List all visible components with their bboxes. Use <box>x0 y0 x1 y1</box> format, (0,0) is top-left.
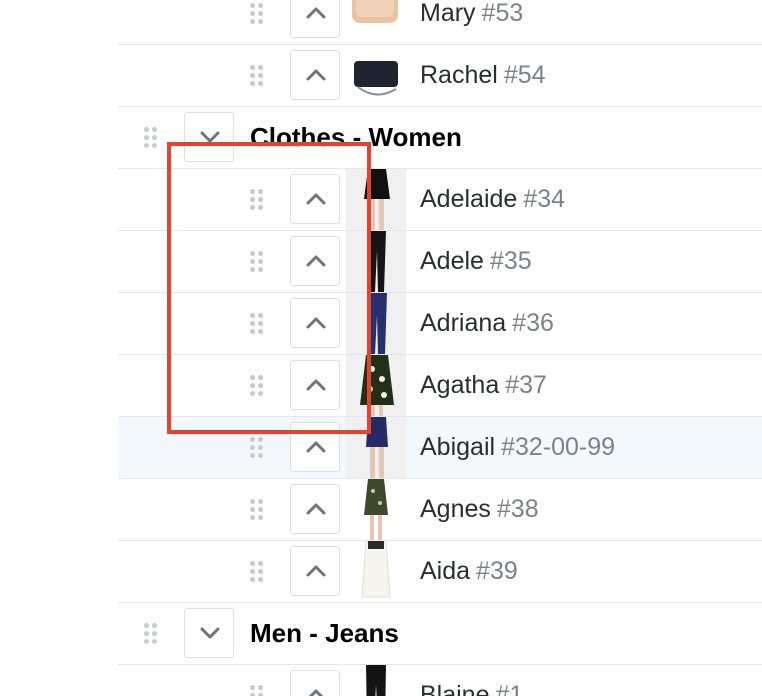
drag-handle-icon[interactable] <box>250 313 264 335</box>
product-row[interactable]: Adelaide #34 <box>118 169 762 231</box>
product-number: #35 <box>489 247 532 275</box>
product-name: Abigail <box>420 433 496 461</box>
product-tree-list: Mary #53 Rachel #54 Clothes - Women Adelaide #… <box>0 0 762 696</box>
drag-handle-icon[interactable] <box>144 127 158 149</box>
chevron-up-icon <box>308 689 324 696</box>
product-label: Aida #39 <box>420 541 518 602</box>
product-thumbnail <box>346 0 406 44</box>
product-number: #37 <box>505 371 547 399</box>
chevron-up-icon <box>306 255 326 267</box>
category-title: Men - Jeans <box>250 618 399 648</box>
product-number: #53 <box>481 0 524 27</box>
product-number: #54 <box>503 61 546 89</box>
category-row[interactable]: Men - Jeans <box>118 603 762 665</box>
product-thumbnail <box>346 45 406 106</box>
product-name: Blaine <box>420 681 490 696</box>
product-row[interactable]: Rachel #54 <box>118 45 762 107</box>
expand-toggle-button[interactable] <box>184 112 234 162</box>
product-label: Agatha #37 <box>420 355 547 416</box>
product-number: #1 <box>495 681 524 696</box>
collapse-toggle-button[interactable] <box>290 422 340 472</box>
product-thumbnail <box>346 665 406 696</box>
product-number: #38 <box>496 495 539 523</box>
product-name: Rachel <box>420 61 498 89</box>
chevron-up-icon <box>306 7 326 19</box>
collapse-toggle-button[interactable] <box>290 360 340 410</box>
collapse-toggle-button[interactable] <box>290 546 340 596</box>
product-row[interactable]: Blaine #1 <box>118 665 762 696</box>
product-row[interactable]: Mary #53 <box>118 0 762 45</box>
drag-handle-icon[interactable] <box>250 251 264 273</box>
product-name: Aida <box>420 557 471 585</box>
product-thumbnail <box>346 169 406 230</box>
chevron-up-icon <box>306 441 326 453</box>
chevron-up-icon <box>306 565 326 577</box>
product-thumbnail <box>346 355 406 416</box>
product-label: Blaine #1 <box>420 665 523 696</box>
product-thumbnail <box>346 231 406 292</box>
category-title: Clothes - Women <box>250 122 462 152</box>
product-thumbnail <box>346 417 406 478</box>
chevron-up-icon <box>306 503 326 515</box>
product-row[interactable]: Aida #39 <box>118 541 762 603</box>
product-number: #36 <box>512 309 554 337</box>
chevron-up-icon <box>306 193 326 205</box>
drag-handle-icon[interactable] <box>144 623 158 645</box>
product-name: Adele <box>420 247 484 275</box>
drag-handle-icon[interactable] <box>250 3 264 25</box>
drag-handle-icon[interactable] <box>250 437 264 459</box>
collapse-toggle-button[interactable] <box>290 0 340 38</box>
collapse-toggle-button[interactable] <box>290 50 340 100</box>
drag-handle-icon[interactable] <box>250 499 264 521</box>
product-label: Adriana #36 <box>420 293 554 354</box>
product-row[interactable]: Agnes #38 <box>118 479 762 541</box>
collapse-toggle-button[interactable] <box>290 174 340 224</box>
product-name: Adriana <box>420 309 507 337</box>
product-number: #32-00-99 <box>501 433 616 461</box>
product-thumbnail <box>346 293 406 354</box>
chevron-down-icon <box>200 627 220 639</box>
drag-handle-icon[interactable] <box>250 561 264 583</box>
product-row[interactable]: Adriana #36 <box>118 293 762 355</box>
drag-handle-icon[interactable] <box>250 65 264 87</box>
product-label: Mary #53 <box>420 0 523 44</box>
product-label: Adele #35 <box>420 231 532 292</box>
collapse-toggle-button[interactable] <box>290 236 340 286</box>
drag-handle-icon[interactable] <box>250 685 264 696</box>
product-name: Agatha <box>420 371 500 399</box>
product-row[interactable]: Abigail #32-00-99 <box>118 417 762 479</box>
category-row[interactable]: Clothes - Women <box>118 107 762 169</box>
product-number: #34 <box>523 185 566 213</box>
collapse-toggle-button[interactable] <box>290 484 340 534</box>
drag-handle-icon[interactable] <box>250 375 264 397</box>
product-row[interactable]: Adele #35 <box>118 231 762 293</box>
product-row[interactable]: Agatha #37 <box>118 355 762 417</box>
chevron-up-icon <box>306 379 326 391</box>
product-label: Rachel #54 <box>420 45 546 106</box>
product-label: Adelaide #34 <box>420 169 565 230</box>
product-name: Adelaide <box>420 185 518 213</box>
chevron-up-icon <box>306 317 326 329</box>
product-thumbnail <box>346 479 406 540</box>
collapse-toggle-button[interactable] <box>290 670 340 696</box>
expand-toggle-button[interactable] <box>184 608 234 658</box>
chevron-down-icon <box>200 131 220 143</box>
drag-handle-icon[interactable] <box>250 189 264 211</box>
product-name: Mary <box>420 0 476 27</box>
product-label: Agnes #38 <box>420 479 539 540</box>
product-number: #39 <box>476 557 518 585</box>
product-label: Abigail #32-00-99 <box>420 417 615 478</box>
chevron-up-icon <box>306 69 326 81</box>
product-name: Agnes <box>420 495 491 523</box>
product-thumbnail <box>346 541 406 602</box>
collapse-toggle-button[interactable] <box>290 298 340 348</box>
